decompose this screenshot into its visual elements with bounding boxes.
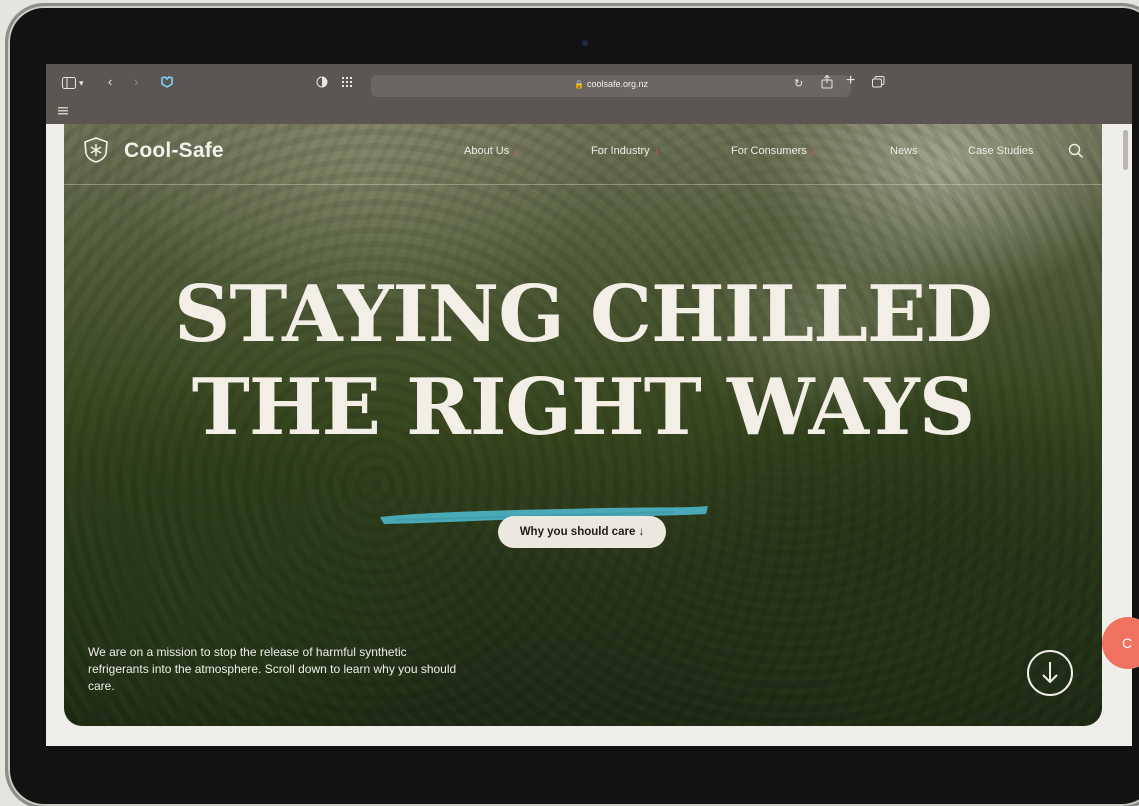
lock-icon: 🔒 <box>573 80 584 89</box>
hero-section: Cool-Safe About Us ↓ For Industry ↓ For Co… <box>64 124 1102 726</box>
forward-icon[interactable]: › <box>134 75 138 89</box>
site-logo-text[interactable]: Cool-Safe <box>124 139 224 163</box>
scroll-down-button[interactable] <box>1027 650 1073 696</box>
site-navigation: Cool-Safe About Us ↓ For Industry ↓ For Co… <box>64 124 1102 185</box>
why-care-button[interactable]: Why you should care ↓ <box>498 516 666 548</box>
page-scrollbar[interactable] <box>1123 130 1128 170</box>
tab-bar-icon[interactable] <box>58 104 68 118</box>
browser-toolbar: ▾ ‹ › 🔒 coolsafe.org.nz ↻ + <box>46 64 1132 124</box>
mission-statement: We are on a mission to stop the release … <box>88 645 457 693</box>
hero-headline-line-2: THE RIGHT WAYS <box>191 362 975 453</box>
hero-headline-line-1: STAYING CHILLED <box>173 269 993 360</box>
nav-for-consumers[interactable]: For Consumers ↓ <box>731 145 816 157</box>
nav-about-us[interactable]: About Us ↓ <box>464 145 519 157</box>
back-icon[interactable]: ‹ <box>108 75 112 89</box>
nav-case-studies[interactable]: Case Studies <box>968 145 1033 157</box>
chevron-down-icon[interactable]: ▾ <box>79 76 84 90</box>
search-icon[interactable] <box>1067 142 1085 160</box>
privacy-shield-icon[interactable] <box>316 76 328 91</box>
arrow-down-icon: ↓ <box>653 145 660 157</box>
grid-icon[interactable] <box>342 76 354 91</box>
browser-window: ▾ ‹ › 🔒 coolsafe.org.nz ↻ + Cool-Safe Ab… <box>46 64 1132 746</box>
url-text: coolsafe.org.nz <box>586 79 648 89</box>
new-tab-icon[interactable]: + <box>846 73 855 89</box>
snowflake-shield-logo-icon[interactable] <box>82 136 110 164</box>
sidebar-toggle-icon[interactable] <box>62 77 76 92</box>
camera-dot <box>582 40 588 46</box>
reload-icon[interactable]: ↻ <box>794 77 803 91</box>
share-icon[interactable] <box>821 74 833 92</box>
address-bar[interactable]: 🔒 coolsafe.org.nz <box>371 75 851 97</box>
extension-icon[interactable] <box>161 76 173 91</box>
tab-overview-icon[interactable] <box>872 76 885 91</box>
nav-for-industry[interactable]: For Industry ↓ <box>591 145 659 157</box>
nav-news[interactable]: News <box>890 145 918 157</box>
arrow-down-icon: ↓ <box>810 145 817 157</box>
arrow-down-circle-icon <box>1042 662 1058 684</box>
laptop-frame: ▾ ‹ › 🔒 coolsafe.org.nz ↻ + Cool-Safe Ab… <box>8 6 1139 806</box>
arrow-down-icon: ↓ <box>513 145 519 157</box>
